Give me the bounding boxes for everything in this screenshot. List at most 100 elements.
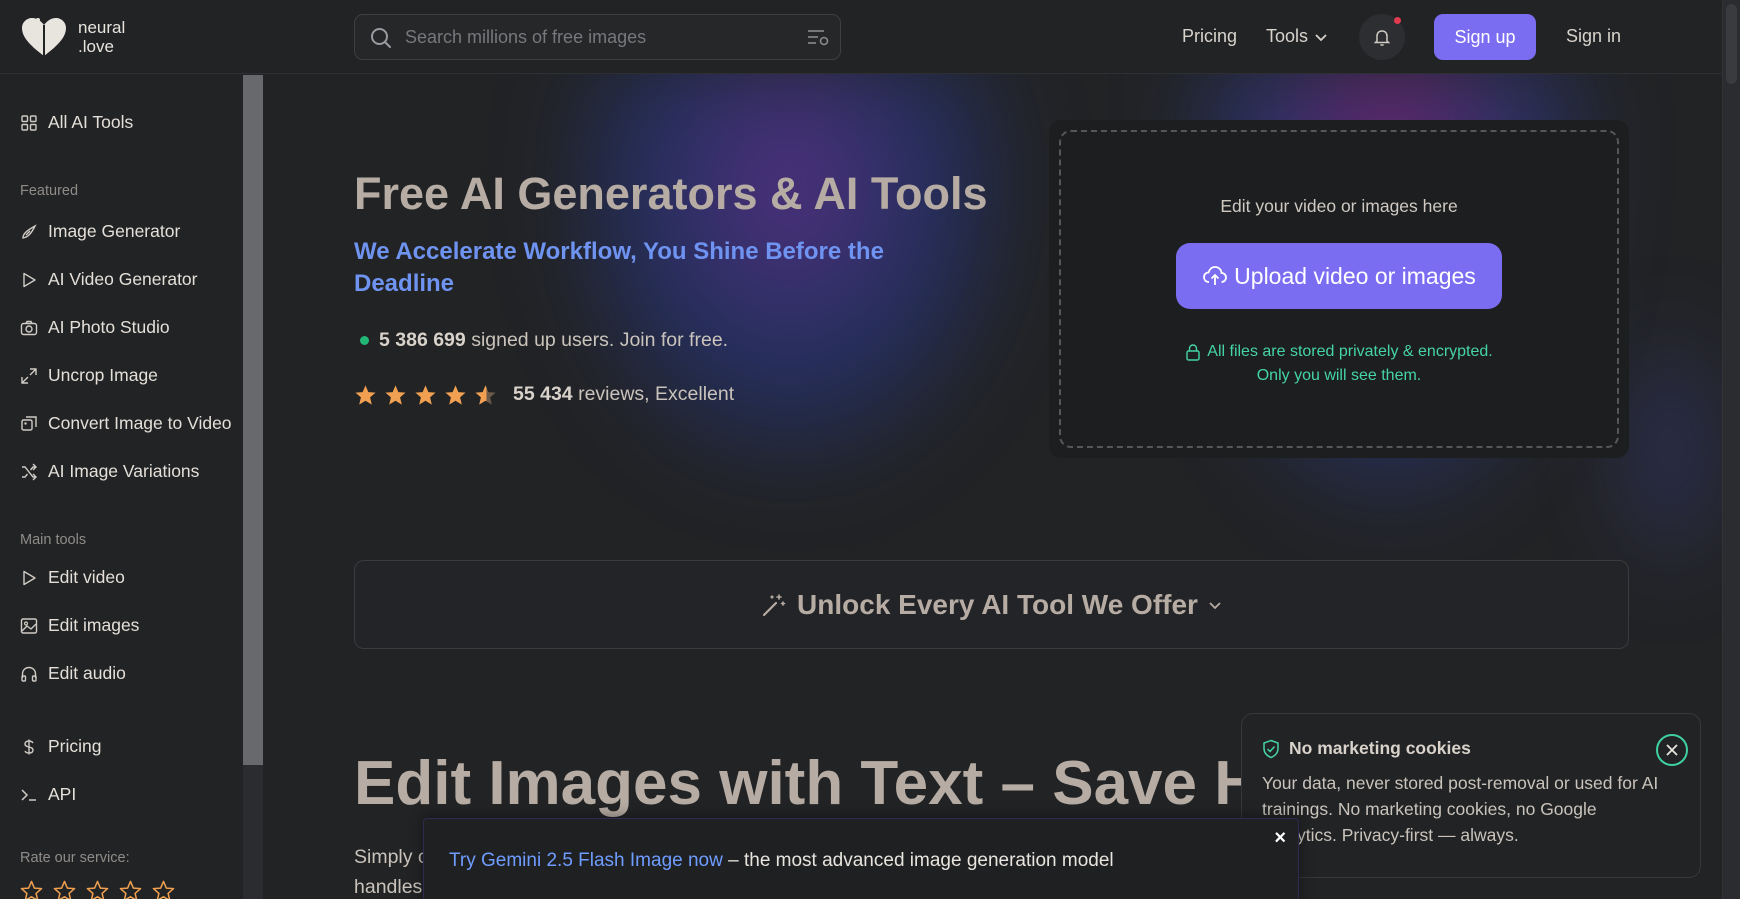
brush-icon [22, 223, 37, 239]
cookie-close-button[interactable] [1656, 734, 1688, 766]
rating-stars [354, 384, 497, 406]
play-icon [23, 570, 36, 585]
page-scrollbar-thumb[interactable] [1726, 4, 1737, 84]
star-filled-icon [355, 384, 376, 405]
lock-icon [1186, 344, 1200, 361]
notification-dot [1394, 17, 1401, 24]
sidebar-item-all-ai-tools[interactable]: All AI Tools [20, 112, 133, 133]
image-icon [20, 617, 38, 634]
sidebar-item-uncrop-image[interactable]: Uncrop Image [20, 365, 158, 386]
sidebar-item-ai-photo-studio[interactable]: AI Photo Studio [20, 317, 170, 338]
sidebar-item-edit-audio[interactable]: Edit audio [20, 663, 126, 684]
filter-settings-icon[interactable] [806, 27, 830, 49]
search-bar [354, 14, 841, 60]
upload-dropzone[interactable]: Edit your video or images here Upload vi… [1049, 120, 1629, 458]
star-outline-icon[interactable] [20, 880, 43, 899]
sidebar-item-label: Edit audio [48, 663, 126, 683]
sidebar-item-ai-image-variations[interactable]: AI Image Variations [20, 461, 199, 482]
star-outline-icon[interactable] [86, 880, 109, 899]
nav-pricing-link[interactable]: Pricing [1182, 26, 1237, 47]
dollar-icon [24, 739, 34, 754]
section-paragraph-line2: handles [354, 876, 423, 898]
sidebar-item-label: Image Generator [48, 221, 181, 241]
sidebar-item-edit-images[interactable]: Edit images [20, 615, 139, 636]
hero-subtitle: We Accelerate Workflow, You Shine Before… [354, 238, 884, 297]
cookie-body: Your data, never stored post-removal or … [1262, 773, 1659, 845]
promo-banner: Try Gemini 2.5 Flash Image now – the mos… [423, 818, 1299, 899]
promo-link[interactable]: Try Gemini 2.5 Flash Image now [449, 850, 723, 871]
chevron-down-icon [1209, 601, 1221, 609]
upload-button[interactable]: Upload video or images [1176, 243, 1502, 309]
unlock-tools-toggle[interactable]: Unlock Every AI Tool We Offer [354, 560, 1629, 649]
nav-tools-dropdown[interactable]: Tools [1266, 26, 1328, 47]
sidebar-item-label: Edit video [48, 567, 125, 587]
sidebar-item-label: Uncrop Image [48, 365, 158, 385]
hero-title: Free AI Generators & AI Tools [354, 168, 988, 219]
upload-button-label: Upload video or images [1234, 262, 1476, 289]
sidebar-item-label: All AI Tools [48, 112, 134, 132]
camera-icon [20, 320, 38, 335]
sidebar-scrollbar-thumb[interactable] [243, 75, 263, 765]
reviews-summary: 55 434 reviews, Excellent [354, 383, 734, 406]
grid-icon [21, 114, 37, 131]
rating-stars-input[interactable] [20, 880, 175, 899]
terminal-icon [21, 788, 36, 801]
sidebar-item-ai-video-generator[interactable]: AI Video Generator [20, 269, 198, 290]
expand-icon [21, 367, 37, 384]
sidebar-item-image-generator[interactable]: Image Generator [20, 221, 180, 242]
star-filled-icon [445, 384, 466, 405]
bell-icon [1373, 30, 1391, 46]
privacy-line1: All files are stored privately & encrypt… [1207, 343, 1493, 360]
section-paragraph-line1: Simply c [354, 846, 428, 868]
main-tools-section-title: Main tools [20, 532, 87, 548]
reviews-count: 55 434 [513, 383, 573, 405]
shield-check-icon [1263, 739, 1279, 758]
brand-line2: .love [78, 37, 114, 56]
sidebar-item-label: AI Photo Studio [48, 317, 170, 337]
notifications-button[interactable] [1359, 14, 1405, 60]
sidebar-item-label: Pricing [48, 736, 102, 756]
heart-logo-icon [22, 18, 66, 56]
sidebar-item-label: AI Video Generator [48, 269, 198, 289]
rate-service-title: Rate our service: [20, 850, 130, 866]
search-icon [371, 28, 391, 48]
chevron-down-icon [1315, 33, 1327, 41]
sidebar-item-label: Edit images [48, 615, 140, 635]
promo-text: – the most advanced image generation mod… [722, 850, 1114, 871]
cookie-title: No marketing cookies [1289, 738, 1471, 758]
cloud-upload-icon [1203, 266, 1228, 285]
sidebar: All AI Tools Featured Image Generator AI… [0, 75, 243, 899]
image-video-icon [21, 415, 37, 431]
close-icon [1666, 744, 1678, 756]
signup-button[interactable]: Sign up [1434, 14, 1536, 60]
users-count: 5 386 699 [379, 329, 466, 351]
sidebar-item-pricing[interactable]: Pricing [20, 736, 102, 757]
featured-section-title: Featured [20, 183, 79, 199]
sidebar-item-convert-image-to-video[interactable]: Convert Image to Video [20, 413, 232, 434]
privacy-line2: Only you will see them. [1256, 367, 1422, 384]
star-filled-icon [385, 384, 406, 405]
sidebar-item-label: API [48, 784, 77, 804]
sidebar-item-edit-video[interactable]: Edit video [20, 567, 125, 588]
star-outline-icon[interactable] [152, 880, 175, 899]
page-scrollbar[interactable] [1722, 0, 1740, 899]
magic-wand-icon [762, 593, 786, 616]
signed-up-users: 5 386 699 signed up users. Join for free… [360, 329, 728, 352]
cookie-notice: No marketing cookies Your data, never st… [1241, 713, 1701, 878]
sidebar-item-label: AI Image Variations [48, 461, 200, 481]
sidebar-item-api[interactable]: API [20, 784, 76, 805]
star-outline-icon[interactable] [119, 880, 142, 899]
brand-line1: neural [78, 18, 126, 37]
sidebar-item-label: Convert Image to Video [48, 413, 232, 433]
sidebar-scrollbar[interactable] [243, 75, 263, 899]
star-half-icon [475, 384, 496, 405]
banner-close-button[interactable]: × [1274, 827, 1286, 850]
headphones-icon [21, 666, 37, 682]
star-filled-icon [415, 384, 436, 405]
upload-hint: Edit your video or images here [1220, 196, 1458, 216]
search-input[interactable] [405, 21, 785, 53]
logo[interactable]: neural .love [18, 14, 125, 60]
signin-link[interactable]: Sign in [1566, 26, 1621, 47]
reviews-text: reviews, Excellent [578, 383, 735, 405]
star-outline-icon[interactable] [53, 880, 76, 899]
